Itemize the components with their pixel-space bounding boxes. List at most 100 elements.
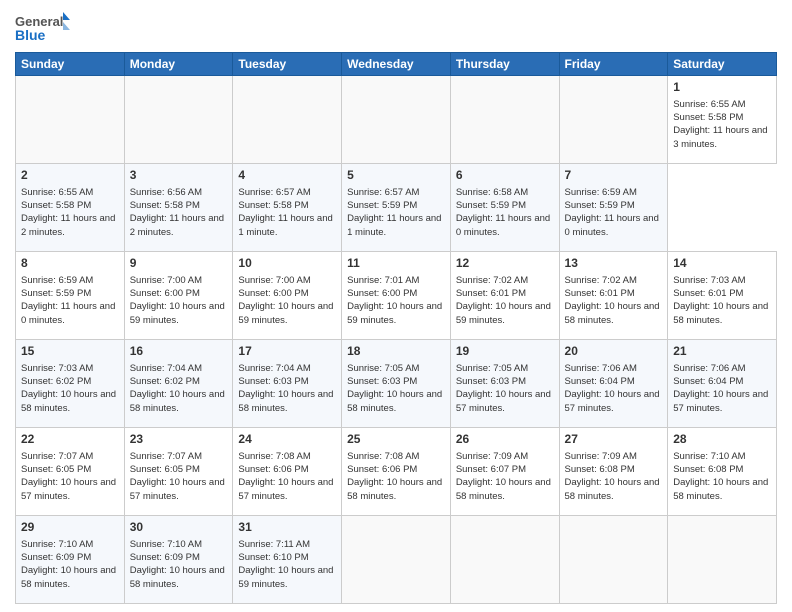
sunrise-text: Sunrise: 7:10 AM	[130, 539, 202, 550]
day-number: 4	[238, 167, 336, 184]
calendar-cell: 10Sunrise: 7:00 AMSunset: 6:00 PMDayligh…	[233, 252, 342, 340]
sunrise-text: Sunrise: 6:57 AM	[238, 187, 310, 198]
sunset-text: Sunset: 6:09 PM	[21, 552, 91, 563]
header: General Blue	[15, 10, 777, 46]
calendar-cell: 8Sunrise: 6:59 AMSunset: 5:59 PMDaylight…	[16, 252, 125, 340]
calendar-cell: 14 Sunrise: 7:03 AM Sunset: 6:01 PM Dayligh…	[668, 252, 777, 340]
sunset-text: Sunset: 6:04 PM	[565, 376, 635, 387]
calendar-cell: 25Sunrise: 7:08 AMSunset: 6:06 PMDayligh…	[342, 428, 451, 516]
sunset-text: Sunset: 6:06 PM	[347, 464, 417, 475]
day-number: 25	[347, 431, 445, 448]
calendar-cell: 18Sunrise: 7:05 AMSunset: 6:03 PMDayligh…	[342, 340, 451, 428]
daylight-text: Daylight: 11 hours and 0 minutes.	[21, 301, 115, 325]
daylight-text: Daylight: 10 hours and 58 minutes.	[565, 477, 660, 501]
day-number: 9	[130, 255, 228, 272]
logo: General Blue	[15, 10, 70, 46]
calendar-cell	[16, 76, 125, 164]
svg-text:Blue: Blue	[15, 27, 46, 43]
daylight-text: Daylight: 10 hours and 59 minutes.	[238, 565, 333, 589]
daylight-text: Daylight: 10 hours and 57 minutes.	[565, 389, 660, 413]
sunrise-text: Sunrise: 7:09 AM	[456, 451, 528, 462]
calendar-cell	[342, 76, 451, 164]
daylight-text: Daylight: 10 hours and 58 minutes.	[673, 301, 768, 325]
sunset-text: Sunset: 6:00 PM	[130, 288, 200, 299]
day-number: 19	[456, 343, 554, 360]
weekday-header-monday: Monday	[124, 53, 233, 76]
daylight-text: Daylight: 10 hours and 57 minutes.	[130, 477, 225, 501]
daylight-text: Daylight: 10 hours and 57 minutes.	[21, 477, 116, 501]
sunrise-text: Sunrise: 7:00 AM	[130, 275, 202, 286]
daylight-text: Daylight: 10 hours and 58 minutes.	[673, 477, 768, 501]
calendar-cell: 29Sunrise: 7:10 AMSunset: 6:09 PMDayligh…	[16, 516, 125, 604]
sunrise-text: Sunrise: 6:55 AM	[673, 99, 745, 110]
sunrise-text: Sunrise: 7:10 AM	[673, 451, 745, 462]
daylight-text: Daylight: 10 hours and 58 minutes.	[456, 477, 551, 501]
sunrise-text: Sunrise: 7:03 AM	[673, 275, 745, 286]
day-number: 12	[456, 255, 554, 272]
daylight-text: Daylight: 11 hours and 1 minute.	[347, 213, 441, 237]
week-row-2: 8Sunrise: 6:59 AMSunset: 5:59 PMDaylight…	[16, 252, 777, 340]
calendar-cell: 13Sunrise: 7:02 AMSunset: 6:01 PMDayligh…	[559, 252, 668, 340]
day-number: 13	[565, 255, 663, 272]
calendar-cell	[233, 76, 342, 164]
day-number: 21	[673, 343, 771, 360]
calendar-cell: 28Sunrise: 7:10 AMSunset: 6:08 PMDayligh…	[668, 428, 777, 516]
calendar-cell	[450, 76, 559, 164]
calendar-cell: 1Sunrise: 6:55 AMSunset: 5:58 PMDaylight…	[668, 76, 777, 164]
calendar-cell: 31Sunrise: 7:11 AMSunset: 6:10 PMDayligh…	[233, 516, 342, 604]
day-number: 6	[456, 167, 554, 184]
calendar-cell	[668, 516, 777, 604]
daylight-text: Daylight: 10 hours and 58 minutes.	[347, 389, 442, 413]
daylight-text: Daylight: 10 hours and 58 minutes.	[238, 389, 333, 413]
week-row-5: 29Sunrise: 7:10 AMSunset: 6:09 PMDayligh…	[16, 516, 777, 604]
calendar-cell	[559, 516, 668, 604]
week-row-4: 22Sunrise: 7:07 AMSunset: 6:05 PMDayligh…	[16, 428, 777, 516]
daylight-text: Daylight: 10 hours and 57 minutes.	[456, 389, 551, 413]
calendar-cell: 3Sunrise: 6:56 AMSunset: 5:58 PMDaylight…	[124, 164, 233, 252]
calendar-cell: 19Sunrise: 7:05 AMSunset: 6:03 PMDayligh…	[450, 340, 559, 428]
sunset-text: Sunset: 6:08 PM	[673, 464, 743, 475]
calendar-cell: 2Sunrise: 6:55 AMSunset: 5:58 PMDaylight…	[16, 164, 125, 252]
weekday-header-tuesday: Tuesday	[233, 53, 342, 76]
sunset-text: Sunset: 6:05 PM	[21, 464, 91, 475]
day-number: 3	[130, 167, 228, 184]
calendar-cell: 23Sunrise: 7:07 AMSunset: 6:05 PMDayligh…	[124, 428, 233, 516]
calendar-cell: 16Sunrise: 7:04 AMSunset: 6:02 PMDayligh…	[124, 340, 233, 428]
sunset-text: Sunset: 6:03 PM	[347, 376, 417, 387]
sunset-text: Sunset: 6:00 PM	[238, 288, 308, 299]
calendar-table: SundayMondayTuesdayWednesdayThursdayFrid…	[15, 52, 777, 604]
daylight-text: Daylight: 10 hours and 58 minutes.	[130, 565, 225, 589]
day-number: 26	[456, 431, 554, 448]
day-number: 31	[238, 519, 336, 536]
day-number: 14	[673, 255, 771, 272]
calendar-cell: 9Sunrise: 7:00 AMSunset: 6:00 PMDaylight…	[124, 252, 233, 340]
sunset-text: Sunset: 6:01 PM	[673, 288, 743, 299]
calendar-cell: 17Sunrise: 7:04 AMSunset: 6:03 PMDayligh…	[233, 340, 342, 428]
day-number: 2	[21, 167, 119, 184]
sunset-text: Sunset: 6:06 PM	[238, 464, 308, 475]
weekday-header-thursday: Thursday	[450, 53, 559, 76]
calendar-cell: 20Sunrise: 7:06 AMSunset: 6:04 PMDayligh…	[559, 340, 668, 428]
calendar-cell: 21Sunrise: 7:06 AMSunset: 6:04 PMDayligh…	[668, 340, 777, 428]
day-number: 27	[565, 431, 663, 448]
day-number: 23	[130, 431, 228, 448]
daylight-text: Daylight: 10 hours and 57 minutes.	[238, 477, 333, 501]
sunrise-text: Sunrise: 6:59 AM	[21, 275, 93, 286]
day-number: 5	[347, 167, 445, 184]
week-row-0: 1Sunrise: 6:55 AMSunset: 5:58 PMDaylight…	[16, 76, 777, 164]
sunset-text: Sunset: 5:58 PM	[21, 200, 91, 211]
logo-icon: General Blue	[15, 10, 70, 46]
calendar-cell: 27Sunrise: 7:09 AMSunset: 6:08 PMDayligh…	[559, 428, 668, 516]
sunset-text: Sunset: 5:58 PM	[238, 200, 308, 211]
calendar-cell: 4Sunrise: 6:57 AMSunset: 5:58 PMDaylight…	[233, 164, 342, 252]
sunrise-text: Sunrise: 7:05 AM	[456, 363, 528, 374]
sunset-text: Sunset: 5:59 PM	[21, 288, 91, 299]
sunset-text: Sunset: 5:58 PM	[130, 200, 200, 211]
calendar-cell	[559, 76, 668, 164]
sunrise-text: Sunrise: 7:09 AM	[565, 451, 637, 462]
week-row-3: 15Sunrise: 7:03 AMSunset: 6:02 PMDayligh…	[16, 340, 777, 428]
day-number: 30	[130, 519, 228, 536]
sunrise-text: Sunrise: 7:04 AM	[238, 363, 310, 374]
sunset-text: Sunset: 6:02 PM	[130, 376, 200, 387]
sunset-text: Sunset: 6:07 PM	[456, 464, 526, 475]
